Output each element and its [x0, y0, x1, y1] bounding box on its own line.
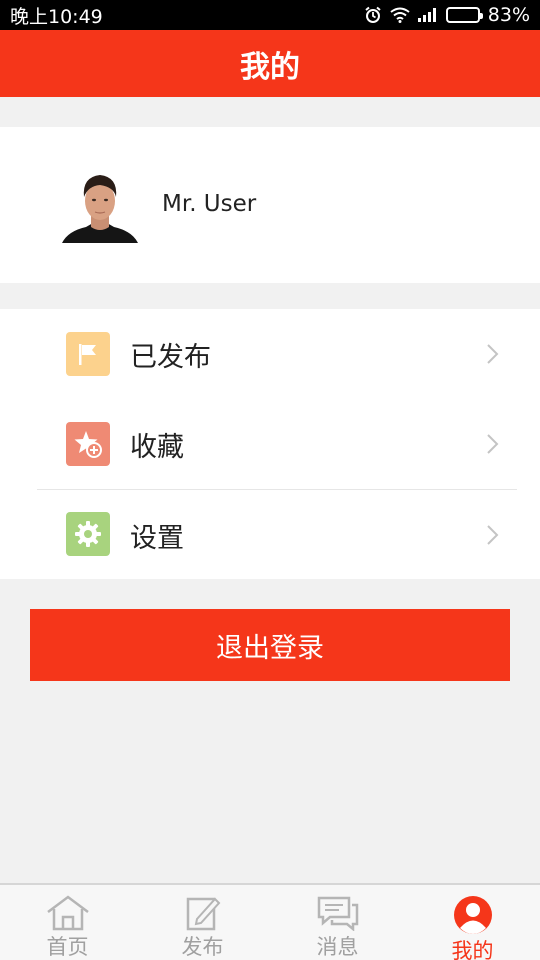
- edit-icon: [181, 895, 225, 931]
- menu-item-published[interactable]: 已发布: [0, 309, 540, 399]
- menu-item-label: 已发布: [130, 341, 211, 373]
- tab-mine[interactable]: 我的: [405, 885, 540, 960]
- signal-icon: [417, 8, 438, 22]
- menu-item-favorites[interactable]: 收藏: [0, 399, 540, 489]
- chevron-right-icon: [487, 434, 499, 454]
- menu-item-settings[interactable]: 设置: [0, 490, 540, 580]
- avatar[interactable]: [62, 167, 138, 243]
- profile-card[interactable]: Mr. User: [0, 127, 540, 283]
- user-name: Mr. User: [162, 191, 257, 217]
- page-title: 我的: [240, 49, 300, 85]
- user-icon: [451, 895, 495, 935]
- wifi-icon: [390, 7, 410, 23]
- tab-messages[interactable]: 消息: [270, 885, 405, 960]
- bottom-tab-bar: 首页 发布 消息 我的: [0, 883, 540, 960]
- battery-icon: [445, 7, 483, 23]
- tab-label: 首页: [46, 935, 89, 959]
- avatar-person-icon: [62, 167, 138, 243]
- tab-publish[interactable]: 发布: [135, 885, 270, 960]
- tab-label: 消息: [316, 935, 359, 959]
- tab-label: 发布: [181, 935, 224, 959]
- tab-label: 我的: [451, 939, 494, 960]
- menu-item-label: 收藏: [130, 431, 184, 463]
- battery-percent: 83%: [487, 4, 530, 26]
- home-icon: [46, 895, 90, 931]
- menu-list: 已发布 收藏 设置: [0, 309, 540, 579]
- chat-icon: [316, 895, 360, 931]
- chevron-right-icon: [487, 344, 499, 364]
- alarm-icon: [364, 6, 382, 24]
- title-bar: 我的: [0, 30, 540, 97]
- menu-item-label: 设置: [130, 522, 184, 554]
- status-time: 晚上10:49: [10, 5, 103, 28]
- logout-button[interactable]: 退出登录: [30, 609, 510, 681]
- chevron-right-icon: [487, 525, 499, 545]
- gear-icon: [66, 512, 110, 556]
- status-bar: 晚上10:49 83%: [0, 0, 540, 30]
- star-add-icon: [66, 422, 110, 466]
- flag-icon: [66, 332, 110, 376]
- status-indicators: 83%: [364, 4, 530, 26]
- tab-home[interactable]: 首页: [0, 885, 135, 960]
